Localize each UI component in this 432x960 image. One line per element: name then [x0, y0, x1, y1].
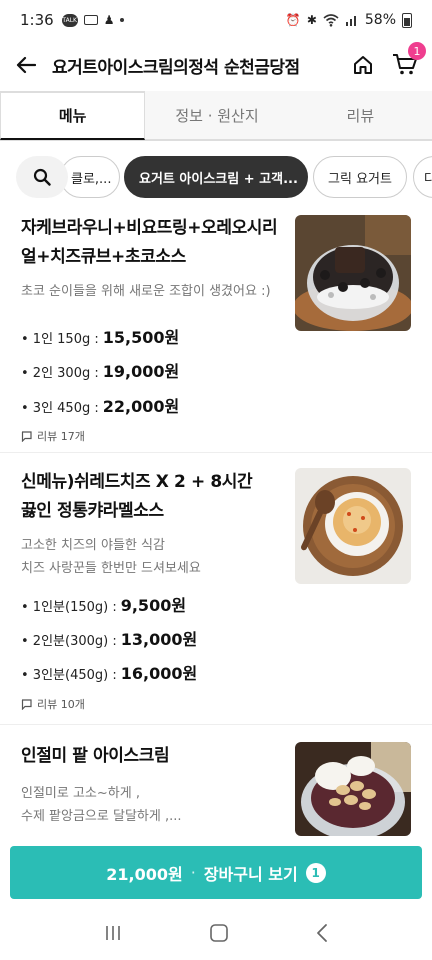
menu-item-description: 초코 순이들을 위해 새로운 조합이 생겼어요 :)	[21, 284, 271, 299]
cart-separator: ·	[190, 863, 196, 882]
battery-percent: 58%	[364, 12, 396, 28]
tab-info[interactable]: 정보 · 원산지	[145, 91, 289, 140]
category-chip[interactable]: 클로,...	[60, 156, 120, 198]
menu-search-button[interactable]	[16, 156, 68, 198]
signal-icon	[345, 16, 356, 26]
injeolmi-redbean-photo	[295, 742, 411, 836]
price-option: • 3인 450g : 22,000원	[21, 397, 180, 416]
bluetooth-icon: ✱	[306, 13, 317, 27]
review-count: 리뷰 10개	[21, 696, 85, 712]
price-option: • 1인분(150g) : 9,500원	[21, 596, 187, 615]
menu-item-photo	[295, 742, 411, 836]
price-option: • 2인분(300g) : 13,000원	[21, 630, 198, 649]
app-header: 요거트아이스크림의정석 순천금당점 1	[0, 40, 432, 90]
menu-item-name: 자케브라우니+비요뜨링+오레오시리 얼+치즈큐브+초코소스	[21, 218, 278, 267]
category-chip-selected[interactable]: 요거트 아이스크림 + 고객...	[124, 156, 308, 198]
menu-item-name: 신메뉴)쉬레드치즈 X 2 + 8시간 끓인 정통캬라멜소스	[21, 472, 253, 521]
store-tabs: 메뉴 정보 · 원산지 리뷰	[0, 91, 432, 141]
home-nav-icon[interactable]	[209, 923, 229, 943]
menu-item-name: 인절미 팥 아이스크림	[21, 746, 170, 766]
review-count: 리뷰 17개	[21, 428, 85, 444]
divider	[0, 724, 432, 725]
menu-item-photo	[295, 468, 411, 584]
walk-icon: ♟	[103, 13, 115, 27]
comment-icon	[21, 430, 32, 442]
category-chip[interactable]: 다	[413, 156, 432, 198]
talk-notification-icon: TALK	[61, 13, 78, 27]
comment-icon	[21, 698, 32, 710]
cart-button[interactable]: 1	[392, 42, 426, 78]
tab-menu[interactable]: 메뉴	[0, 91, 146, 140]
back-arrow-icon	[16, 56, 36, 74]
back-button[interactable]	[14, 53, 38, 77]
cart-count-badge: 1	[305, 862, 326, 883]
wifi-icon	[323, 14, 339, 27]
cheese-caramel-photo	[295, 468, 411, 584]
category-chips: 클로,... 요거트 아이스크림 + 고객... 그릭 요거트 다	[0, 154, 432, 204]
notification-icons: TALK ♟	[61, 13, 125, 27]
recent-apps-icon[interactable]	[103, 924, 123, 942]
category-chip[interactable]: 그릭 요거트	[313, 156, 407, 198]
cart-badge: 1	[408, 42, 426, 60]
battery-icon	[402, 12, 412, 28]
brownie-yogurt-photo	[295, 215, 411, 331]
home-icon[interactable]	[352, 54, 374, 76]
alarm-icon: ⏰	[285, 13, 301, 27]
more-notifications-icon	[120, 18, 125, 22]
back-nav-icon[interactable]	[315, 923, 329, 943]
view-cart-button[interactable]: 21,000원 · 장바구니 보기 1	[10, 846, 422, 899]
menu-item-description: 인절미로 고소~하게 , 수제 팥앙금으로 달달하게 ,...	[21, 786, 182, 824]
view-cart-label: 장바구니 보기	[203, 864, 298, 884]
menu-item-photo	[295, 215, 411, 331]
price-option: • 3인분(450g) : 16,000원	[21, 664, 198, 683]
cart-total: 21,000원	[106, 864, 183, 884]
status-bar: 1:36 TALK ♟ ⏰ ✱ 58%	[0, 0, 432, 40]
card-notification-icon	[83, 15, 98, 25]
system-nav-bar	[0, 906, 432, 960]
status-time: 1:36	[20, 11, 54, 29]
store-title: 요거트아이스크림의정석 순천금당점	[52, 57, 300, 78]
tab-review[interactable]: 리뷰	[288, 91, 432, 140]
price-option: • 2인 300g : 19,000원	[21, 362, 180, 381]
menu-item-description: 고소한 치즈의 야들한 식감 치즈 사랑꾼들 한번만 드셔보세요	[21, 538, 201, 576]
price-option: • 1인 150g : 15,500원	[21, 328, 180, 347]
system-icons: ⏰ ✱ 58%	[286, 12, 412, 28]
divider	[0, 452, 432, 453]
search-icon	[33, 168, 51, 186]
